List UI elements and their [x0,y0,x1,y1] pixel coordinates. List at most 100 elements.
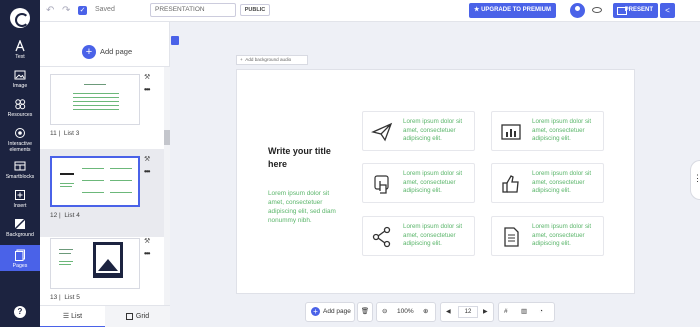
presentation-title-input[interactable]: PRESENTATION [150,3,236,17]
page-thumbnail-label: 12 | List 4 [50,212,80,219]
zoom-in-icon[interactable]: ⊕ [423,303,428,321]
tab-list[interactable]: ☰ List [40,306,105,327]
nav-item-resources[interactable]: Resources [0,98,40,120]
nav-item-image[interactable]: Image [0,69,40,91]
top-bar: ↶ ↷ ✓ Saved PRESENTATION PUBLIC ★ UPGRAD… [40,0,700,22]
tab-grid[interactable]: Grid [105,306,170,327]
toolbar-add-page-button[interactable]: + Add page [305,302,355,322]
feature-card[interactable]: Lorem ipsum dolor sit amet, consectetuer… [491,216,604,256]
plus-icon: + [82,44,96,59]
page-thumbnail-item[interactable]: 11 | List 3 ⚒ ••• [40,67,164,155]
resources-icon [15,99,26,110]
add-page-button[interactable]: + Add page [82,43,132,61]
nav-item-interactive-elements[interactable]: Interactive elements [0,127,40,155]
nav-item-smartblocks[interactable]: Smartblocks [0,160,40,182]
zoom-level: 100% [397,308,414,315]
avatar[interactable] [570,3,585,18]
nav-label: Pages [12,263,28,269]
undo-icon[interactable]: ↶ [46,5,54,16]
feature-card[interactable]: Lorem ipsum dolor sit amet, consectetuer… [362,216,475,256]
scrollbar-thumb[interactable] [164,130,170,145]
magic-wand-icon[interactable]: ⚒ [144,237,150,245]
tab-list-label: List [71,313,83,320]
card-text: Lorem ipsum dolor sit amet, consectetuer… [403,223,463,248]
page-thumbnail[interactable] [50,74,140,125]
upgrade-label: UPGRADE TO PREMIUM [481,7,551,13]
page-number-input[interactable]: 12 [458,306,478,318]
zoom-out-icon[interactable]: ⊖ [382,303,387,321]
nav-item-pages[interactable]: Pages [0,245,40,271]
nav-item-text[interactable]: Text [0,40,40,62]
hand-pointer-icon [374,175,389,194]
grid-icon [125,312,133,320]
page-thumbnail[interactable] [50,156,140,207]
page-thumbnail[interactable] [50,238,140,289]
share-icon [372,226,391,248]
prev-page-icon[interactable]: ◀ [446,303,451,321]
smartblocks-icon [14,161,26,171]
feature-card[interactable]: Lorem ipsum dolor sit amet, consectetuer… [491,163,604,203]
share-icon[interactable]: < [660,3,675,18]
add-background-audio-button[interactable]: + Add background audio [236,55,308,65]
insert-icon [15,190,25,200]
tab-grid-label: Grid [135,313,150,320]
page-navigator: ◀ 12 ▶ [440,302,494,322]
grid-guides-icon[interactable]: # [504,303,508,321]
side-panel-handle[interactable] [690,160,700,200]
card-text: Lorem ipsum dolor sit amet, consectetuer… [532,170,592,195]
zoom-control: ⊖ 100% ⊕ [376,302,436,322]
nav-label: Text [15,54,25,60]
feature-card[interactable]: Lorem ipsum dolor sit amet, consectetuer… [491,111,604,151]
upgrade-to-premium-button[interactable]: ★ UPGRADE TO PREMIUM [469,3,556,18]
feature-card[interactable]: Lorem ipsum dolor sit amet, consectetuer… [362,163,475,203]
canvas-tag-icon[interactable] [171,36,179,45]
feature-card[interactable]: Lorem ipsum dolor sit amet, consectetuer… [362,111,475,151]
page-thumbnail-label: 11 | List 3 [50,130,80,137]
toolbar-add-page-label: Add page [323,308,351,315]
add-background-audio-label: Add background audio [245,57,292,62]
text-icon [15,40,25,52]
add-page-label: Add page [100,47,133,57]
settings-icon[interactable]: ◔ [539,303,543,321]
card-text: Lorem ipsum dolor sit amet, consectetuer… [403,118,463,143]
page-thumbnail-item-selected[interactable]: 12 | List 4 ⚒ ••• [40,149,164,237]
saved-check-icon: ✓ [78,6,87,15]
present-label: PRESENT [624,7,653,13]
columns-icon[interactable]: ▥ [521,303,527,321]
redo-icon[interactable]: ↷ [62,5,70,16]
nav-label: Interactive elements [8,141,32,153]
public-button[interactable]: PUBLIC [240,4,270,16]
eye-icon[interactable] [592,7,602,13]
present-button[interactable]: PRESENT [613,3,658,18]
document-icon [504,227,519,247]
image-icon [14,70,26,80]
scrollbar-track[interactable] [164,67,170,305]
nav-label: Image [12,83,28,89]
more-options-icon[interactable]: ••• [144,249,150,258]
more-options-icon[interactable]: ••• [144,85,150,94]
delete-page-icon[interactable]: 🗑 [357,302,373,322]
thumbs-up-icon [502,175,519,193]
interactive-icon [15,128,25,138]
chart-icon [501,124,521,140]
page-thumbnail-label: 13 | List 5 [50,294,80,301]
nav-item-insert[interactable]: Insert [0,189,40,211]
view-tabs: ☰ List Grid [40,305,170,327]
slide-canvas[interactable]: Write your title here Lorem ipsum dolor … [236,69,635,294]
star-icon: ★ [474,7,482,13]
more-options-icon[interactable]: ••• [144,167,150,176]
genially-logo-icon[interactable] [10,8,30,28]
magic-wand-icon[interactable]: ⚒ [144,73,150,81]
next-page-icon[interactable]: ▶ [483,303,488,321]
help-icon[interactable]: ? [14,306,26,318]
slide-title[interactable]: Write your title here [268,145,348,171]
paper-plane-icon [371,122,393,142]
pages-icon [15,249,25,261]
nav-label: Resources [7,112,33,118]
nav-item-background[interactable]: Background [0,218,40,240]
card-text: Lorem ipsum dolor sit amet, consectetuer… [403,170,463,195]
magic-wand-icon[interactable]: ⚒ [144,155,150,163]
slide-body-text[interactable]: Lorem ipsum dolor sit amet, consectetuer… [268,189,346,225]
card-text: Lorem ipsum dolor sit amet, consectetuer… [532,118,592,143]
left-nav: Text Image Resources Interactive element… [0,0,40,327]
